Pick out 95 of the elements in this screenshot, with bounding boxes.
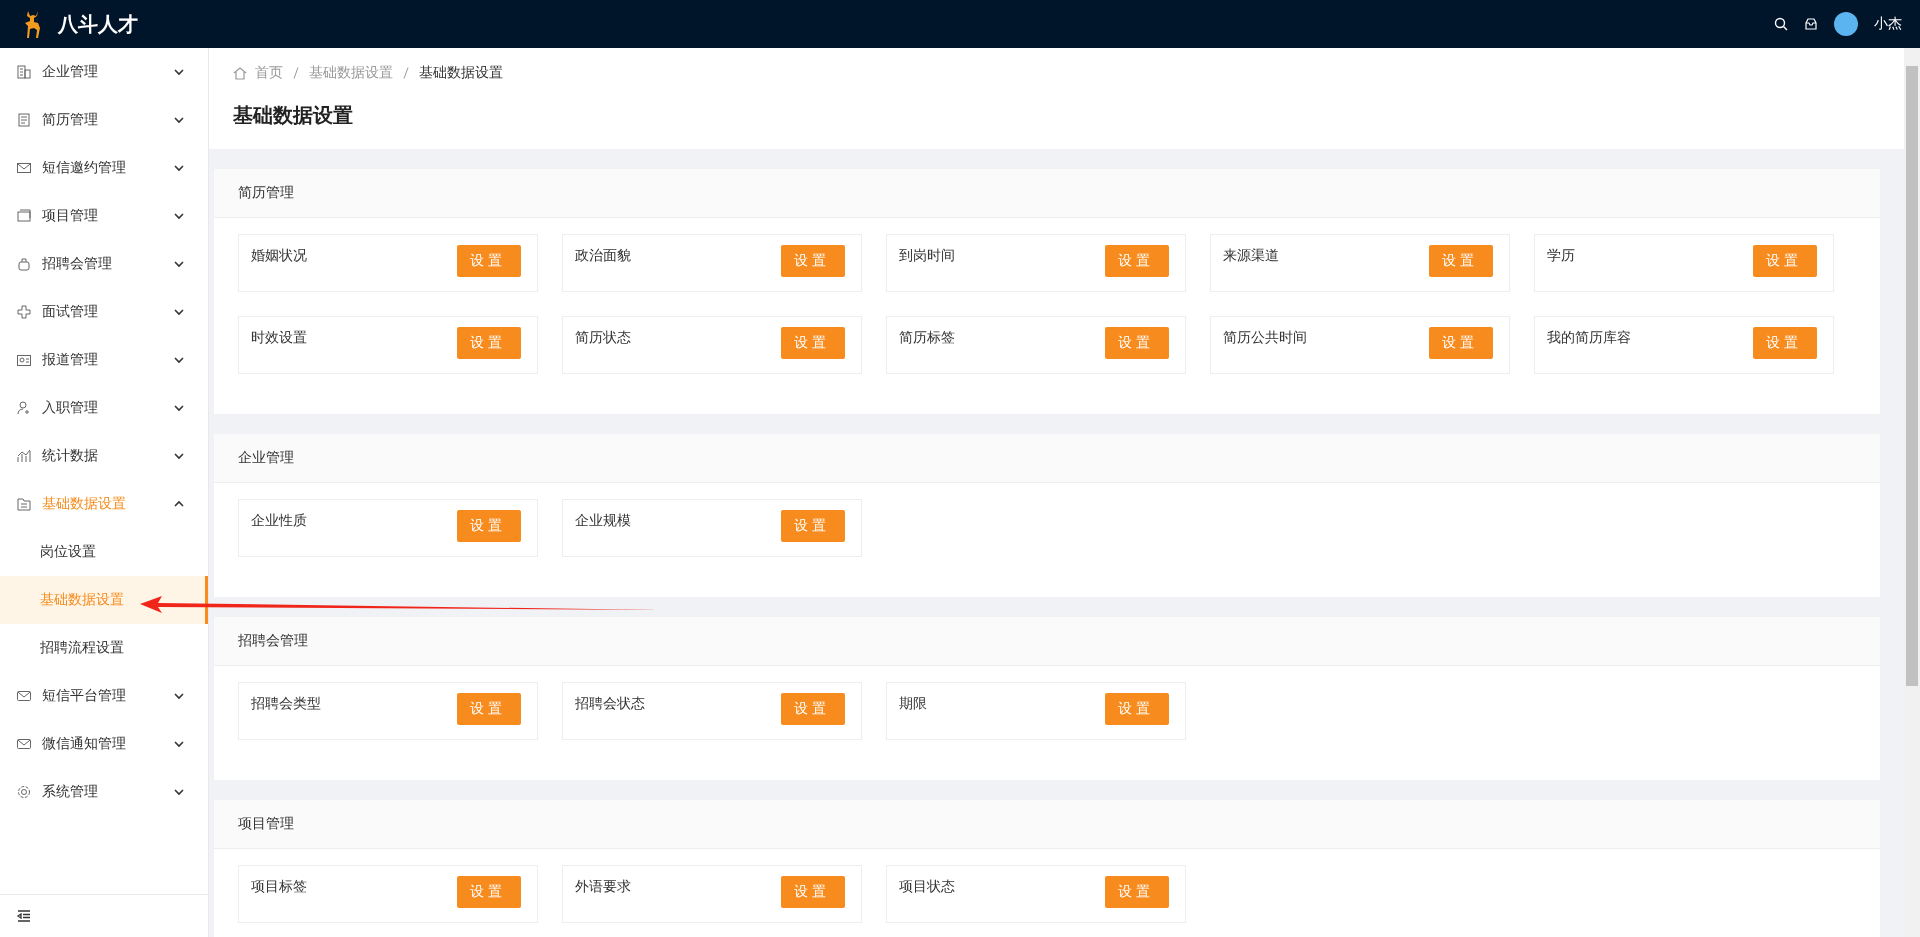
settings-button[interactable]: 设置 [1753, 245, 1817, 277]
setting-label: 婚姻状况 [251, 247, 307, 265]
chevron-icon [174, 259, 184, 269]
setting-label: 招聘会类型 [251, 695, 321, 713]
brand-name: 八斗人才 [58, 10, 138, 38]
sidebar-item[interactable]: 企业管理 [0, 48, 208, 96]
sidebar-item[interactable]: 面试管理 [0, 288, 208, 336]
settings-button[interactable]: 设置 [781, 510, 845, 542]
envelope-icon [16, 688, 32, 704]
sidebar-item[interactable]: 系统管理 [0, 768, 208, 816]
setting-label: 简历状态 [575, 329, 631, 347]
settings-button[interactable]: 设置 [1105, 693, 1169, 725]
home-icon[interactable] [233, 66, 247, 80]
settings-button[interactable]: 设置 [781, 876, 845, 908]
sidebar-item[interactable]: 简历管理 [0, 96, 208, 144]
inbox-icon[interactable] [1804, 17, 1818, 31]
setting-label: 学历 [1547, 247, 1575, 265]
settings-button[interactable]: 设置 [1753, 327, 1817, 359]
bag-icon [16, 256, 32, 272]
line-chart-icon [16, 448, 32, 464]
sidebar-item[interactable]: 微信通知管理 [0, 720, 208, 768]
chevron-icon [174, 451, 184, 461]
settings-button[interactable]: 设置 [457, 245, 521, 277]
settings-button[interactable]: 设置 [781, 693, 845, 725]
document-icon [16, 112, 32, 128]
setting-label: 招聘会状态 [575, 695, 645, 713]
chevron-icon [174, 115, 184, 125]
setting-label: 政治面貌 [575, 247, 631, 265]
sidebar-item[interactable]: 基础数据设置 [0, 480, 208, 528]
breadcrumb-separator [403, 67, 409, 79]
submenu-item[interactable]: 基础数据设置 [0, 576, 208, 624]
section-title: 项目管理 [214, 800, 1880, 849]
settings-button[interactable]: 设置 [457, 510, 521, 542]
sidebar-item[interactable]: 报道管理 [0, 336, 208, 384]
chevron-icon [174, 691, 184, 701]
chevron-icon [174, 163, 184, 173]
settings-button[interactable]: 设置 [457, 327, 521, 359]
user-name[interactable]: 小杰 [1874, 15, 1902, 33]
window-icon [16, 208, 32, 224]
settings-button[interactable]: 设置 [1105, 876, 1169, 908]
submenu-item[interactable]: 招聘流程设置 [0, 624, 208, 672]
sidebar-item[interactable]: 统计数据 [0, 432, 208, 480]
setting-label: 来源渠道 [1223, 247, 1279, 265]
chevron-icon [174, 67, 184, 77]
chevron-icon [174, 355, 184, 365]
user-add-icon [16, 400, 32, 416]
section-title: 简历管理 [214, 169, 1880, 218]
setting-label: 企业性质 [251, 512, 307, 530]
settings-button[interactable]: 设置 [1429, 327, 1493, 359]
envelope-icon [16, 736, 32, 752]
setting-label: 时效设置 [251, 329, 307, 347]
submenu-item[interactable]: 岗位设置 [0, 528, 208, 576]
breadcrumb-link[interactable]: 首页 [255, 64, 283, 82]
setting-label: 项目状态 [899, 878, 955, 896]
scrollbar[interactable] [1904, 48, 1920, 937]
settings-button[interactable]: 设置 [1105, 327, 1169, 359]
sidebar-item[interactable]: 短信平台管理 [0, 672, 208, 720]
chevron-icon [174, 307, 184, 317]
section-title: 招聘会管理 [214, 617, 1880, 666]
envelope-icon [16, 160, 32, 176]
setting-label: 简历公共时间 [1223, 329, 1307, 347]
setting-label: 到岗时间 [899, 247, 955, 265]
settings-button[interactable]: 设置 [781, 327, 845, 359]
id-card-icon [16, 352, 32, 368]
setting-label: 我的简历库容 [1547, 329, 1631, 347]
menu-fold-icon[interactable] [16, 908, 32, 924]
settings-icon [16, 784, 32, 800]
settings-button[interactable]: 设置 [781, 245, 845, 277]
building-icon [16, 64, 32, 80]
chevron-icon [174, 499, 184, 509]
setting-label: 企业规模 [575, 512, 631, 530]
settings-button[interactable]: 设置 [457, 693, 521, 725]
sidebar-item[interactable]: 入职管理 [0, 384, 208, 432]
settings-button[interactable]: 设置 [457, 876, 521, 908]
setting-label: 项目标签 [251, 878, 307, 896]
chevron-icon [174, 739, 184, 749]
page-title: 基础数据设置 [233, 102, 354, 129]
sidebar-item[interactable]: 短信邀约管理 [0, 144, 208, 192]
sidebar-item[interactable]: 项目管理 [0, 192, 208, 240]
setting-label: 外语要求 [575, 878, 631, 896]
setting-label: 简历标签 [899, 329, 955, 347]
search-icon[interactable] [1774, 17, 1788, 31]
chevron-icon [174, 787, 184, 797]
section-title: 企业管理 [214, 434, 1880, 483]
breadcrumb-separator [293, 67, 299, 79]
chevron-icon [174, 211, 184, 221]
settings-button[interactable]: 设置 [1105, 245, 1169, 277]
folder-icon [16, 496, 32, 512]
scrollbar-thumb[interactable] [1906, 66, 1918, 686]
setting-label: 期限 [899, 695, 927, 713]
breadcrumb-link[interactable]: 基础数据设置 [309, 64, 393, 82]
avatar[interactable] [1834, 12, 1858, 36]
sidebar-item[interactable]: 招聘会管理 [0, 240, 208, 288]
settings-button[interactable]: 设置 [1429, 245, 1493, 277]
chevron-icon [174, 403, 184, 413]
